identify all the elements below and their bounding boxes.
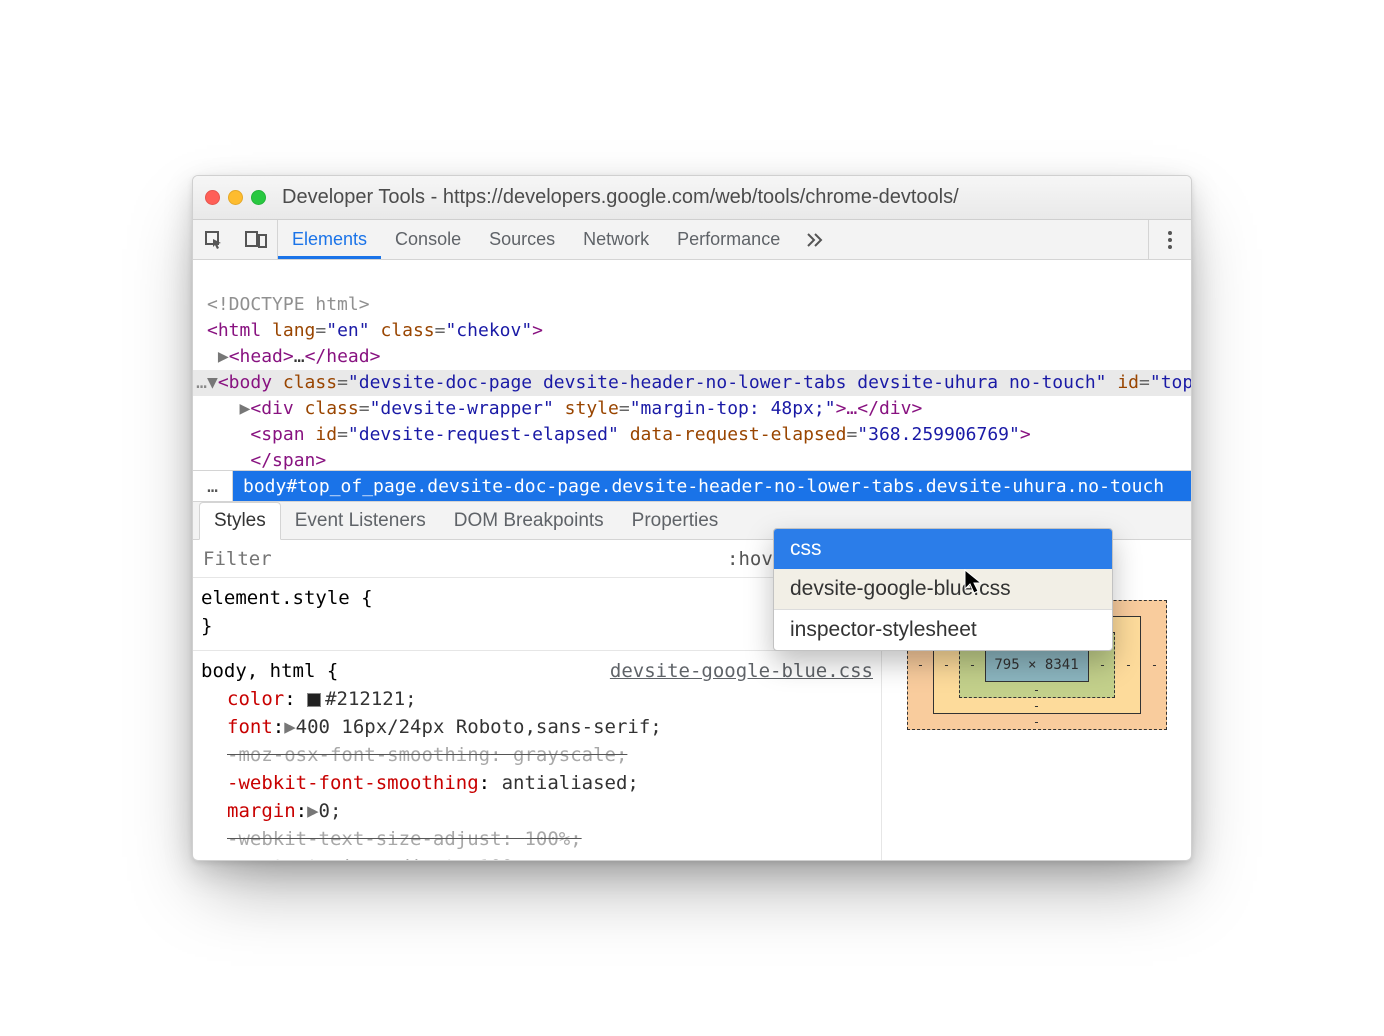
- tab-console[interactable]: Console: [381, 220, 475, 259]
- expand-arrow-icon[interactable]: ▶: [240, 398, 251, 419]
- prop-color[interactable]: color: #212121;: [201, 685, 873, 713]
- expand-arrow-icon[interactable]: ▶: [218, 346, 229, 367]
- dropdown-item-css[interactable]: css: [774, 529, 1112, 569]
- dom-html-open[interactable]: <html lang="en" class="chekov">: [207, 320, 543, 341]
- device-icon: [245, 230, 267, 250]
- dom-doctype: <!DOCTYPE html>: [207, 294, 370, 315]
- close-window-button[interactable]: [205, 190, 220, 205]
- tab-elements[interactable]: Elements: [278, 220, 381, 259]
- devtools-window: Developer Tools - https://developers.goo…: [192, 175, 1192, 861]
- traffic-lights: [205, 190, 266, 205]
- dom-div[interactable]: <div class="devsite-wrapper" style="marg…: [250, 398, 922, 419]
- subtab-dom-breakpoints[interactable]: DOM Breakpoints: [440, 502, 618, 539]
- inspect-element-button[interactable]: [193, 220, 235, 259]
- breadcrumb-selected[interactable]: body#top_of_page.devsite-doc-page.devsit…: [233, 471, 1191, 501]
- prop-moz-osx-font-smoothing[interactable]: -moz-osx-font-smoothing: grayscale;: [201, 741, 873, 769]
- bm-padding-left: -: [969, 658, 976, 672]
- dropdown-item-inspector-stylesheet[interactable]: inspector-stylesheet: [774, 610, 1112, 650]
- chevron-double-right-icon: [806, 231, 824, 249]
- dropdown-item-devsite-google-blue[interactable]: devsite-google-blue.css: [774, 569, 1112, 609]
- inspect-icon: [204, 230, 224, 250]
- main-toolbar: Elements Console Sources Network Perform…: [193, 220, 1191, 260]
- device-toolbar-button[interactable]: [235, 220, 277, 259]
- panel-tabs: Elements Console Sources Network Perform…: [278, 220, 794, 259]
- dom-tree-panel[interactable]: <!DOCTYPE html> <html lang="en" class="c…: [193, 260, 1191, 470]
- window-titlebar: Developer Tools - https://developers.goo…: [193, 176, 1191, 220]
- dom-head[interactable]: <head>: [229, 346, 294, 367]
- bm-margin-bottom: -: [1033, 715, 1040, 729]
- tab-performance[interactable]: Performance: [663, 220, 794, 259]
- stylesheet-dropdown[interactable]: css devsite-google-blue.css inspector-st…: [773, 528, 1113, 651]
- box-model-content[interactable]: 795 × 8341: [985, 648, 1089, 682]
- prop-webkit-text-size-adjust[interactable]: -webkit-text-size-adjust: 100%;: [201, 825, 873, 853]
- breadcrumb-overflow[interactable]: …: [193, 471, 233, 501]
- styles-filter-input[interactable]: [201, 547, 719, 571]
- subtab-event-listeners[interactable]: Event Listeners: [281, 502, 440, 539]
- dom-span-close[interactable]: </span>: [250, 450, 326, 470]
- color-swatch-icon[interactable]: [307, 693, 321, 707]
- bm-border-left: -: [943, 658, 950, 672]
- prop-font[interactable]: font:▶400 16px/24px Roboto,sans-serif;: [201, 713, 873, 741]
- bm-margin-left: -: [917, 658, 924, 672]
- toggle-hov-button[interactable]: :hov: [719, 545, 781, 573]
- tab-sources[interactable]: Sources: [475, 220, 569, 259]
- dom-span[interactable]: <span id="devsite-request-elapsed" data-…: [250, 424, 1030, 445]
- subtab-properties[interactable]: Properties: [618, 502, 733, 539]
- settings-menu-button[interactable]: [1149, 220, 1191, 259]
- tab-network[interactable]: Network: [569, 220, 663, 259]
- bm-padding-bottom: -: [1033, 683, 1040, 697]
- bm-border-bottom: -: [1033, 699, 1040, 713]
- zoom-window-button[interactable]: [251, 190, 266, 205]
- rule-source-link[interactable]: devsite-google-blue.css: [610, 657, 873, 685]
- more-tabs-button[interactable]: [794, 220, 836, 259]
- prop-webkit-font-smoothing[interactable]: -webkit-font-smoothing: antialiased;: [201, 769, 873, 797]
- minimize-window-button[interactable]: [228, 190, 243, 205]
- prop-margin[interactable]: margin:▶0;: [201, 797, 873, 825]
- expand-arrow-icon[interactable]: ▶: [307, 800, 318, 822]
- bm-border-right: -: [1125, 658, 1132, 672]
- prop-ms-text-size-adjust[interactable]: -ms-text-size-adjust: 100%;: [201, 853, 873, 861]
- kebab-icon: [1167, 230, 1173, 250]
- dom-breadcrumb: … body#top_of_page.devsite-doc-page.devs…: [193, 470, 1191, 502]
- window-title: Developer Tools - https://developers.goo…: [282, 186, 959, 209]
- dom-selected-body[interactable]: …▼<body class="devsite-doc-page devsite-…: [193, 370, 1191, 396]
- subtab-styles[interactable]: Styles: [199, 502, 281, 540]
- bm-margin-right: -: [1151, 658, 1158, 672]
- rule-body-html[interactable]: devsite-google-blue.css body, html { col…: [193, 651, 881, 861]
- styles-pane: :hov .cls + element.style { } devsite-go…: [193, 540, 1191, 860]
- expand-arrow-icon[interactable]: ▶: [284, 716, 295, 738]
- bm-padding-right: -: [1099, 658, 1106, 672]
